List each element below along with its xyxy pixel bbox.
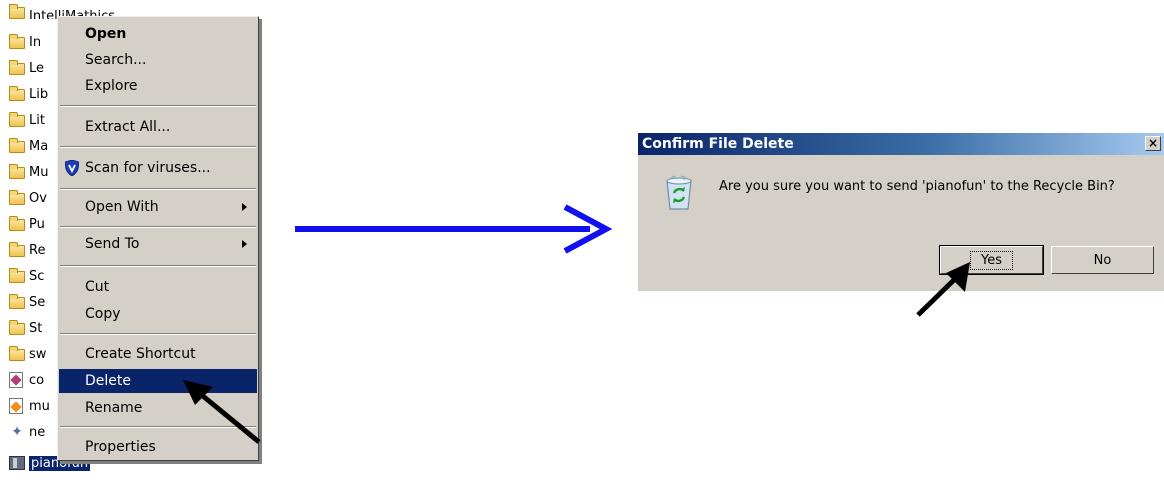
flow-arrow xyxy=(295,204,613,254)
annotation-overlay xyxy=(183,204,970,444)
pointer-arrow-yes xyxy=(916,262,970,317)
pointer-arrow-delete xyxy=(183,380,261,444)
